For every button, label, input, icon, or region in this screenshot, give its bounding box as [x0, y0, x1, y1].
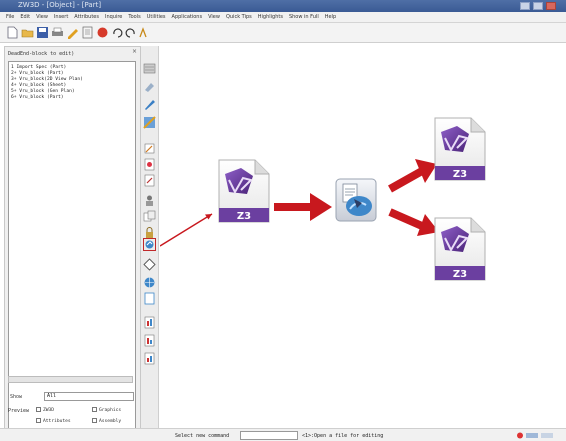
- pen-icon[interactable]: [143, 98, 156, 111]
- filter-checkbox[interactable]: ZW3D: [36, 407, 54, 413]
- maximize-button[interactable]: [533, 2, 543, 10]
- page-icon[interactable]: [143, 292, 156, 305]
- open-file-icon[interactable]: [143, 238, 156, 251]
- inquire-icon[interactable]: [137, 26, 150, 39]
- z3-file-icon: Z3: [434, 117, 486, 181]
- title-bar: ZW3D - [Object] - [Part]: [0, 0, 566, 12]
- filter-label-assembly: Assembly: [99, 419, 122, 424]
- open-folder-icon[interactable]: [21, 26, 34, 39]
- menu-attributes[interactable]: Attributes: [74, 14, 99, 20]
- menu-show-in-full[interactable]: Show in Full: [289, 14, 319, 20]
- output-arrow-up: [388, 159, 437, 193]
- diamond-icon[interactable]: [143, 258, 156, 271]
- redo-icon[interactable]: [124, 26, 137, 39]
- eraser-icon[interactable]: [143, 80, 156, 93]
- menu-view-2[interactable]: View: [208, 14, 220, 20]
- report-icon-2[interactable]: [143, 334, 156, 347]
- filter-label-graphics: Graphics: [99, 408, 122, 413]
- tree-panel-title: DeadEnd-block to edit): [8, 51, 75, 57]
- open-process-icon: [335, 178, 377, 222]
- document-icon[interactable]: [81, 26, 94, 39]
- drawing-sheet-icon[interactable]: [143, 158, 156, 171]
- tree-item[interactable]: 5+ Vru_block (Gen Plan): [11, 89, 75, 94]
- z3-badge-label: Z3: [453, 169, 467, 180]
- filter-label-attributes: Attributes: [43, 419, 71, 424]
- checkbox-icon: [92, 418, 97, 423]
- filter-label-zw3d: ZW3D: [43, 408, 55, 413]
- z3-badge-label: Z3: [453, 269, 467, 280]
- minimize-button[interactable]: [520, 2, 530, 10]
- print-icon[interactable]: [51, 26, 64, 39]
- show-select[interactable]: All: [44, 392, 134, 401]
- menu-insert[interactable]: Insert: [54, 14, 68, 20]
- vertical-toolbar: [141, 46, 159, 441]
- z3-badge-label: Z3: [237, 211, 251, 222]
- menu-applications[interactable]: Applications: [172, 14, 203, 20]
- menu-tools[interactable]: Tools: [128, 14, 140, 20]
- tree-item[interactable]: 3+ Vru_block(2D View Plan): [11, 77, 83, 82]
- palette-icon[interactable]: [143, 116, 156, 129]
- status-bar: Select new command <1>:Open a file for e…: [0, 428, 566, 441]
- menu-help[interactable]: Help: [325, 14, 336, 20]
- command-label: Select new command: [175, 433, 230, 439]
- z3-file-icon: Z3: [434, 217, 486, 281]
- user-icon[interactable]: [143, 194, 156, 207]
- output-arrow-down: [388, 208, 439, 236]
- filter-checkbox[interactable]: Graphics: [92, 407, 121, 413]
- menu-utilities[interactable]: Utilities: [147, 14, 166, 20]
- menu-inquire[interactable]: Inquire: [105, 14, 122, 20]
- show-label: Show: [10, 394, 23, 400]
- report-icon-3[interactable]: [143, 352, 156, 365]
- undo-icon[interactable]: [111, 26, 124, 39]
- pencil-icon[interactable]: [66, 26, 79, 39]
- menu-quick-tips[interactable]: Quick Tips: [226, 14, 252, 20]
- filter-label: Preview: [8, 408, 30, 414]
- tree-item[interactable]: 1 Import Spec (Part): [11, 65, 66, 70]
- menu-file[interactable]: File: [6, 14, 14, 20]
- tree-item[interactable]: 4+ Vru_block (Sheet): [11, 83, 66, 88]
- menu-view[interactable]: View: [36, 14, 48, 20]
- edit-sketch-icon[interactable]: [143, 142, 156, 155]
- menu-bar: File Edit View Insert Attributes Inquire…: [0, 12, 566, 23]
- process-arrow: [274, 193, 332, 221]
- tree-item[interactable]: 2+ Vru_block (Part): [11, 71, 64, 76]
- stop-icon[interactable]: [96, 26, 109, 39]
- checkbox-icon: [92, 407, 97, 412]
- new-file-icon[interactable]: [6, 26, 19, 39]
- filter-checkbox[interactable]: Attributes: [36, 418, 71, 424]
- close-icon[interactable]: ×: [132, 48, 137, 55]
- graphics-canvas[interactable]: Z3 Z3 Z3: [159, 46, 566, 428]
- status-indicator-icon: [517, 432, 553, 439]
- layers-icon[interactable]: [143, 62, 156, 75]
- annotate-icon[interactable]: [143, 174, 156, 187]
- tree-item[interactable]: 6+ Vru_block (Part): [11, 95, 64, 100]
- main-toolbar: [0, 23, 566, 43]
- z3-file-icon: Z3: [218, 159, 270, 223]
- close-button[interactable]: [546, 2, 556, 10]
- menu-edit[interactable]: Edit: [20, 14, 30, 20]
- checkbox-icon: [36, 418, 41, 423]
- history-tree-panel: DeadEnd-block to edit) × 1 Import Spec (…: [4, 46, 141, 441]
- filter-checkbox[interactable]: Assembly: [92, 418, 121, 424]
- workflow-diagram: Z3 Z3 Z3: [159, 117, 486, 281]
- report-icon[interactable]: [143, 316, 156, 329]
- menu-highlights[interactable]: Highlights: [258, 14, 283, 20]
- copy-icon[interactable]: [143, 210, 156, 223]
- status-message: <1>:Open a file for editing: [302, 433, 384, 439]
- window-title: ZW3D - [Object] - [Part]: [18, 1, 102, 9]
- command-input[interactable]: [240, 431, 298, 440]
- pointer-arrow: [159, 213, 213, 247]
- save-icon[interactable]: [36, 26, 49, 39]
- checkbox-icon: [36, 407, 41, 412]
- globe-icon[interactable]: [143, 276, 156, 289]
- horizontal-scrollbar[interactable]: [8, 376, 133, 383]
